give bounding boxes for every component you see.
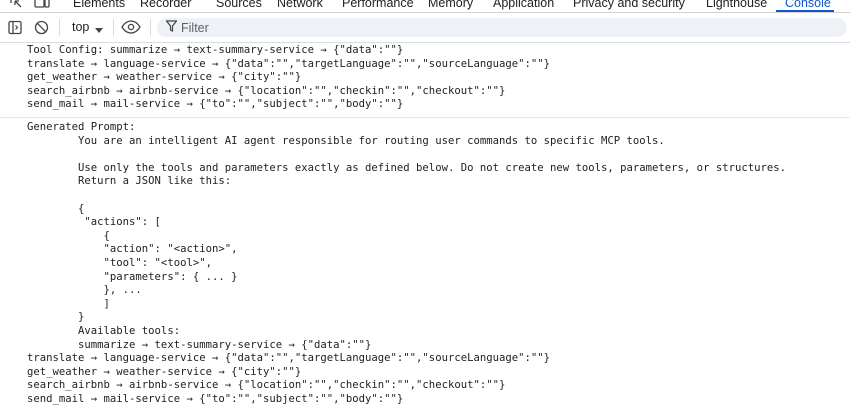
console-line: Use only the tools and parameters exactl… <box>27 161 786 174</box>
console-line: "action": "<action>", <box>27 243 238 256</box>
device-toolbar-icon[interactable] <box>34 0 50 12</box>
console-line: search_airbnb → airbnb-service → {"locat… <box>27 379 506 392</box>
console-line: ] <box>27 297 110 310</box>
devtools-tabbar: Elements Recorder Sources Network Perfor… <box>0 0 850 13</box>
console-toolbar: top <box>0 13 850 43</box>
console-line: Tool Config: summarize → text-summary-se… <box>27 44 404 56</box>
filter-box <box>157 18 847 37</box>
console-line: translate → language-service → {"data":"… <box>27 352 550 365</box>
console-line: translate → language-service → {"data":"… <box>27 57 550 70</box>
console-line: "tool": "<tool>", <box>27 256 212 269</box>
console-line: }, ... <box>27 284 142 297</box>
tab-sources[interactable]: Sources <box>216 0 262 10</box>
console-line: send_mail → mail-service → {"to":"","sub… <box>27 392 404 405</box>
console-line: search_airbnb → airbnb-service → {"locat… <box>27 84 506 97</box>
console-line: } <box>27 311 85 324</box>
inspect-element-icon[interactable] <box>9 0 23 12</box>
toolbar-divider <box>113 19 114 36</box>
console-line: Generated Prompt: <box>27 121 136 133</box>
console-line: send_mail → mail-service → {"to":"","sub… <box>27 98 404 111</box>
tab-performance[interactable]: Performance <box>342 0 414 10</box>
tab-application[interactable]: Application <box>493 0 554 10</box>
console-line: { <box>27 229 110 242</box>
toolbar-divider <box>150 19 151 36</box>
console-line: "parameters": { ... } <box>27 270 238 283</box>
console-line: get_weather → weather-service → {"city":… <box>27 365 302 378</box>
tab-lighthouse[interactable]: Lighthouse <box>706 0 767 10</box>
console-line: "actions": [ <box>27 216 161 229</box>
active-tab-indicator <box>776 10 834 12</box>
toolbar-divider <box>59 19 60 36</box>
console-line: You are an intelligent AI agent responsi… <box>27 134 665 147</box>
console-line: Return a JSON like this: <box>27 175 232 188</box>
filter-input[interactable] <box>181 18 831 37</box>
clear-console-icon[interactable] <box>34 20 49 40</box>
console-output: Tool Config: summarize → text-summary-se… <box>0 43 850 417</box>
console-line: { <box>27 202 85 215</box>
tab-console[interactable]: Console <box>785 0 831 10</box>
console-line: Available tools: <box>27 324 181 337</box>
console-message: Tool Config: summarize → text-summary-se… <box>0 44 850 118</box>
tab-network[interactable]: Network <box>277 0 323 10</box>
eye-icon[interactable] <box>121 20 141 39</box>
tab-memory[interactable]: Memory <box>428 0 473 10</box>
tab-recorder[interactable]: Recorder <box>140 0 191 10</box>
console-line: get_weather → weather-service → {"city":… <box>27 71 302 84</box>
console-message: Generated Prompt: You are an intelligent… <box>0 121 850 417</box>
show-sidebar-icon[interactable] <box>8 20 23 40</box>
tab-elements[interactable]: Elements <box>73 0 125 10</box>
console-line: summarize → text-summary-service → {"dat… <box>27 338 372 351</box>
tab-privacy-and-security[interactable]: Privacy and security <box>573 0 685 10</box>
filter-icon <box>165 20 178 35</box>
chevron-down-icon <box>95 23 103 37</box>
context-value: top <box>72 20 90 34</box>
